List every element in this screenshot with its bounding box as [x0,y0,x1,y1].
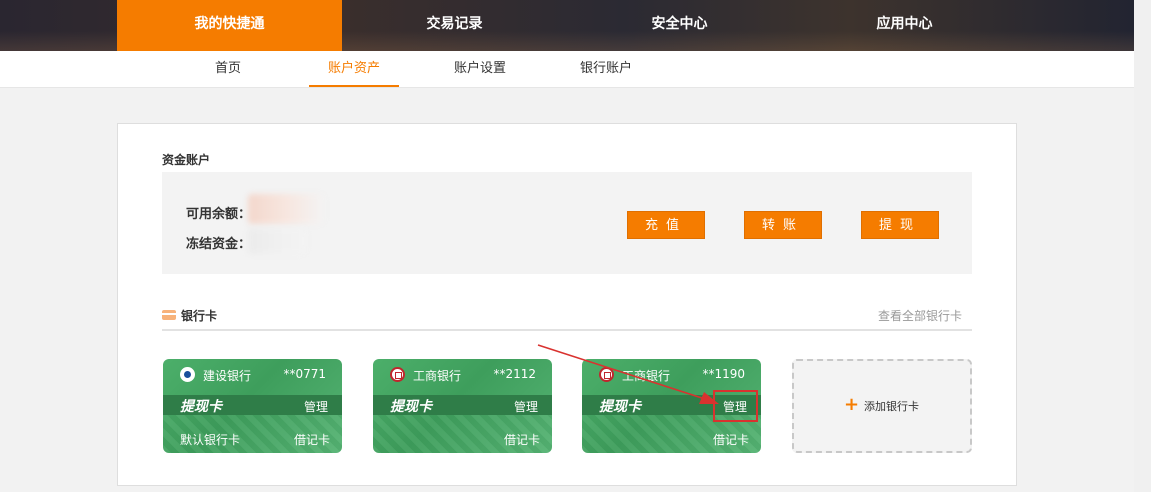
card-bank-name: 建设银行 [203,369,252,383]
ccb-logo-icon [180,367,195,382]
subnav-account-settings[interactable]: 账户设置 [435,51,525,87]
card-header: 工商银行 **1190 [582,359,761,395]
card-band: 提现卡 管理 [373,395,552,415]
card-type: 借记卡 [712,433,749,447]
available-balance-label: 可用余额： [186,207,252,222]
icbc-logo-icon [599,367,614,382]
default-card-label: 默认银行卡 [180,433,241,447]
topnav-apps[interactable]: 应用中心 [792,0,1017,51]
add-bank-card-label: 添加银行卡 [864,400,919,413]
subnav-bank-accounts[interactable]: 银行账户 [561,51,651,87]
bank-card-icbc-1190[interactable]: 工商银行 **1190 提现卡 管理 借记卡 [582,359,761,453]
subnav-account-assets[interactable]: 账户资产 [309,51,399,87]
card-type: 借记卡 [503,433,540,447]
card-number: **1190 [702,367,745,381]
fund-account-title: 资金账户 [162,153,211,167]
subnav-home[interactable]: 首页 [183,51,273,87]
topnav-transactions[interactable]: 交易记录 [342,0,567,51]
recharge-button[interactable]: 充值 [627,211,705,239]
manage-card-button[interactable]: 管理 [514,398,538,415]
bank-card-icon [162,310,176,320]
card-header: 建设银行 **0771 [163,359,342,395]
bank-card-ccb-0771[interactable]: 建设银行 **0771 提现卡 管理 默认银行卡 借记卡 [163,359,342,453]
card-header: 工商银行 **2112 [373,359,552,395]
card-number: **2112 [493,367,536,381]
withdraw-card-label: 提现卡 [180,399,222,415]
card-bank-name: 工商银行 [413,369,462,383]
card-band: 提现卡 管理 [582,395,761,415]
plus-icon: + [844,394,860,415]
bank-card-icbc-2112[interactable]: 工商银行 **2112 提现卡 管理 借记卡 [373,359,552,453]
card-bank-name: 工商银行 [622,369,671,383]
top-nav: 我的快捷通 交易记录 安全中心 应用中心 [0,0,1134,51]
sub-nav: 首页 账户资产 账户设置 银行账户 [0,51,1134,88]
withdraw-card-label: 提现卡 [390,399,432,415]
scrollbar-track[interactable] [1134,0,1151,492]
fund-account-box: 可用余额： 冻结资金： 充值 转账 提现 [162,172,972,274]
bank-card-header: 银行卡 查看全部银行卡 [162,304,972,331]
withdraw-button[interactable]: 提现 [861,211,939,239]
transfer-button[interactable]: 转账 [744,211,822,239]
topnav-security[interactable]: 安全中心 [567,0,792,51]
view-all-bank-cards-link[interactable]: 查看全部银行卡 [878,307,962,324]
bank-card-title: 银行卡 [181,309,218,323]
card-band: 提现卡 管理 [163,395,342,415]
card-number: **0771 [283,367,326,381]
withdraw-card-label: 提现卡 [599,399,641,415]
topnav-my-kuaijietong[interactable]: 我的快捷通 [117,0,342,51]
frozen-funds-value-masked [248,228,306,254]
icbc-logo-icon [390,367,405,382]
manage-card-button[interactable]: 管理 [723,398,747,415]
card-type: 借记卡 [293,433,330,447]
manage-card-button[interactable]: 管理 [304,398,328,415]
available-balance-value-masked [248,194,324,224]
frozen-funds-label: 冻结资金： [186,237,252,252]
add-bank-card-button[interactable]: + 添加银行卡 [792,359,972,453]
